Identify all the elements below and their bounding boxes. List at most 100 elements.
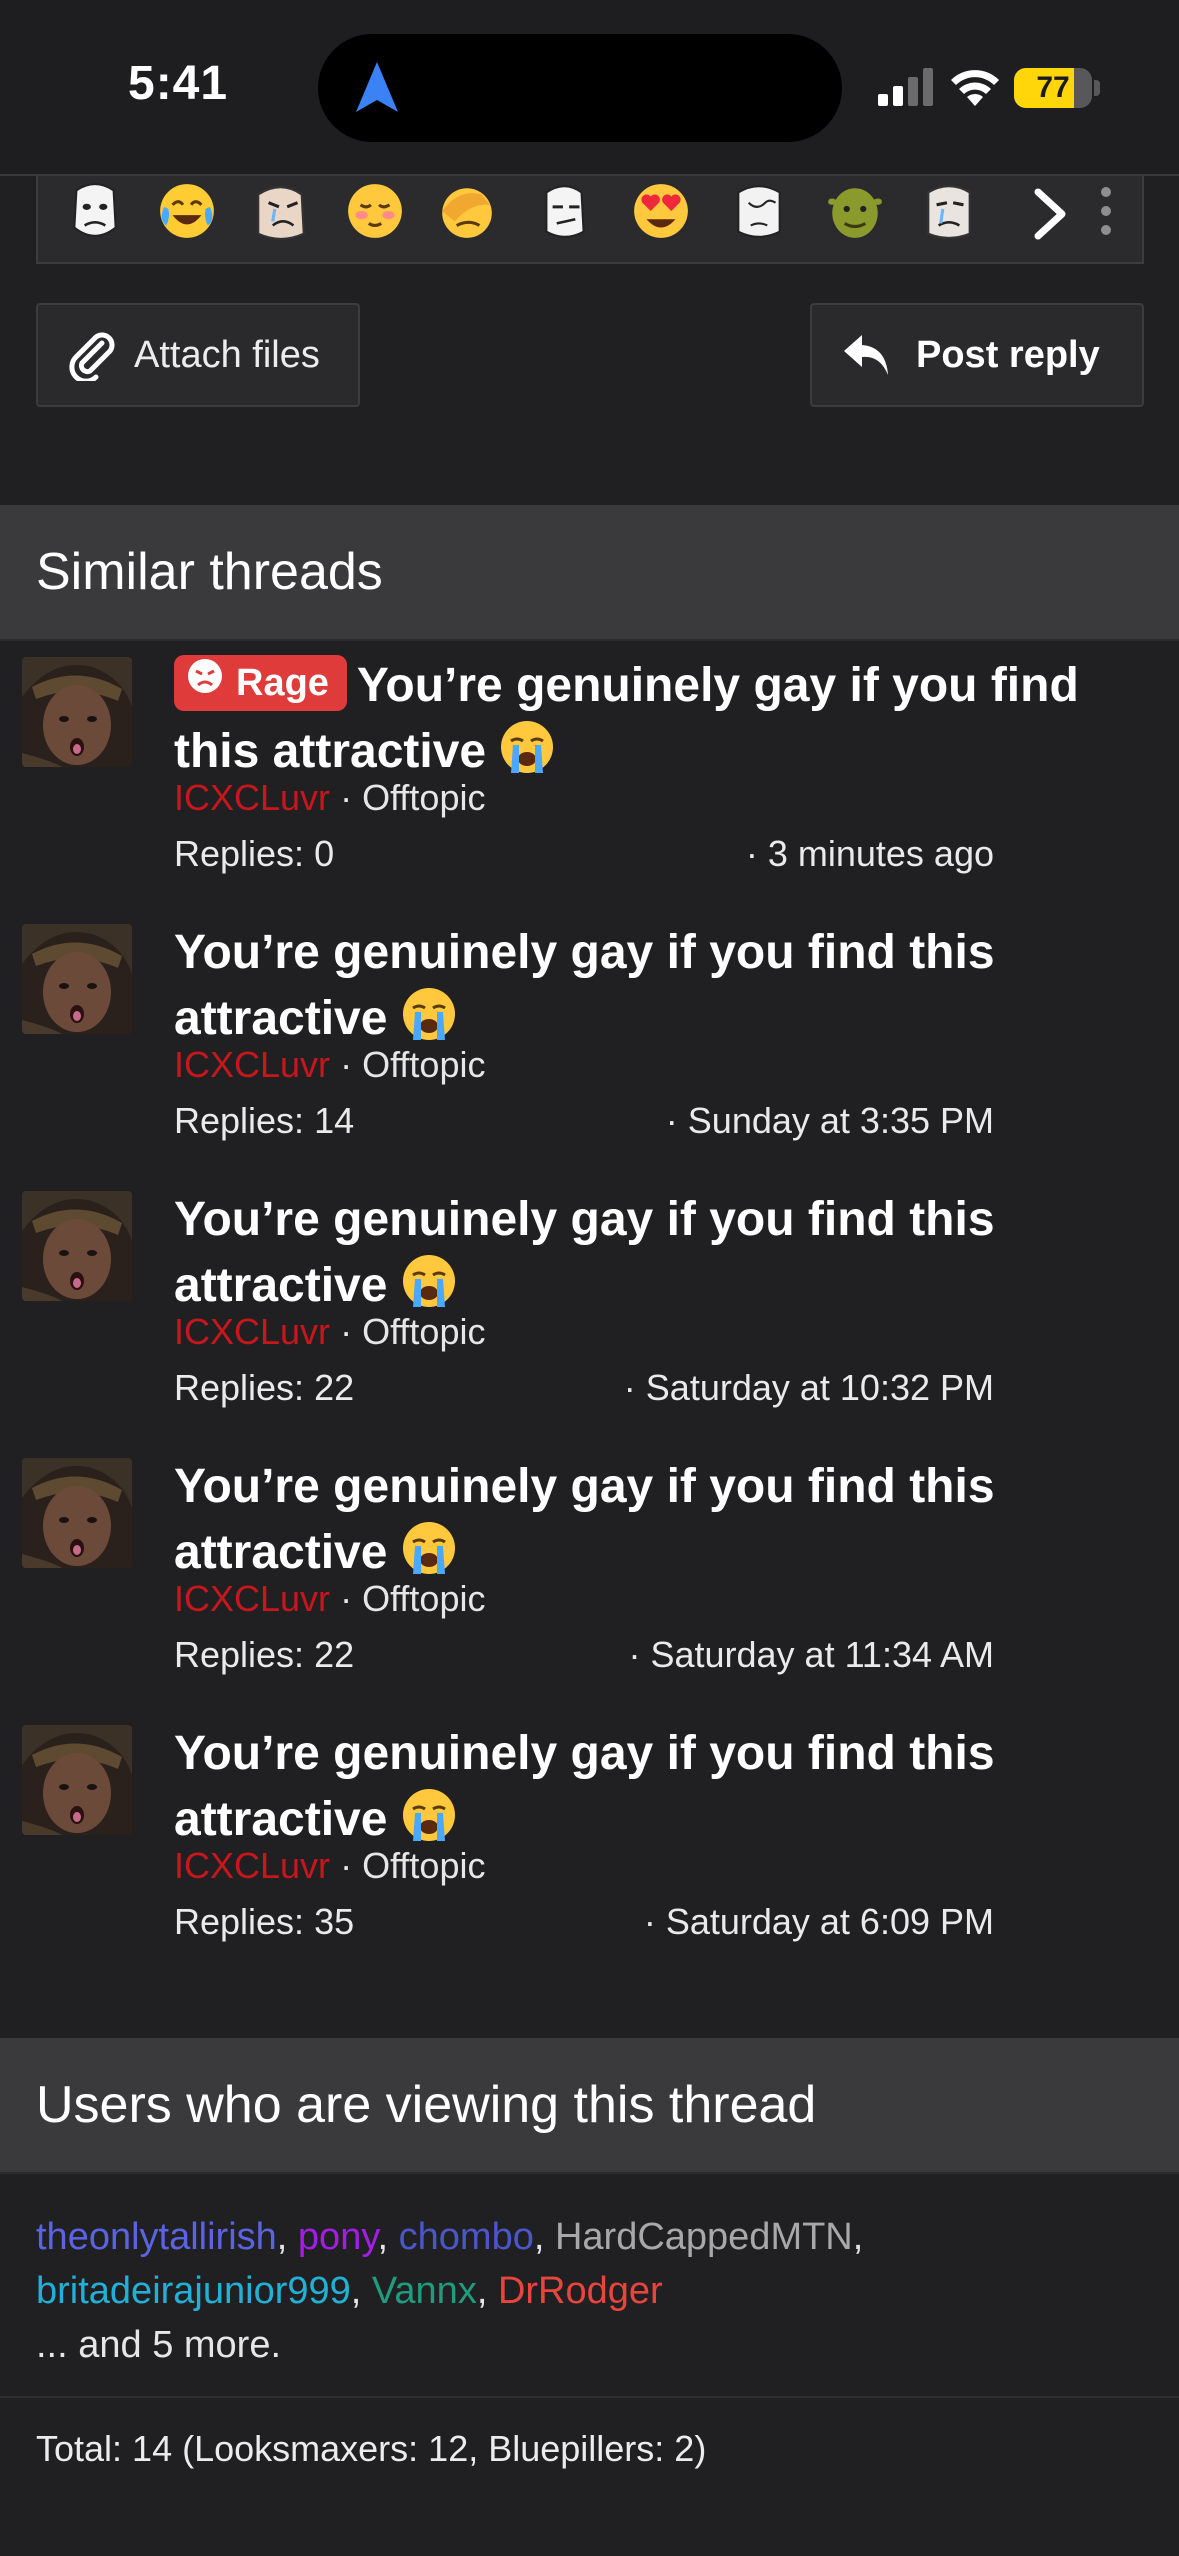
thread-replies: Replies: 35 [174,1901,355,1942]
viewer-total: Total: 14 (Looksmaxers: 12, Bluepillers:… [36,2428,707,2469]
viewer-username-link[interactable]: DrRodger [498,2270,663,2312]
viewer-separator: , [476,2270,498,2312]
attach-files-button[interactable]: Attach files [36,303,360,407]
viewer-username-link[interactable]: theonlytallirish [36,2216,277,2258]
post-reply-button[interactable]: Post reply [810,303,1144,407]
thread-row[interactable]: You’re genuinely gay if you find this at… [0,1711,1179,1978]
sob-emoji-icon [387,1789,456,1846]
navigation-arrow-icon [356,62,398,112]
thread-title-link[interactable]: Rage You’re genuinely gay if you find thi… [174,653,1124,785]
thread-date[interactable]: 3 minutes ago [768,833,994,874]
date-separator: · [665,1100,688,1141]
avatar[interactable] [22,924,132,1034]
thread-forum-link[interactable]: Offtopic [362,1845,485,1886]
thread-date[interactable]: Saturday at 11:34 AM [650,1634,994,1675]
thread-meta: ICXCLuvr · Offtopic [174,777,485,819]
viewer-separator: , [276,2216,298,2258]
rage-badge: Rage [174,655,347,711]
thread-author-link[interactable]: ICXCLuvr [174,1578,330,1619]
thread-date-wrap: · Saturday at 6:09 PM [644,1901,994,1943]
thread-title-link[interactable]: You’re genuinely gay if you find this at… [174,920,1124,1052]
viewer-username-link[interactable]: HardCappedMTN [555,2216,853,2258]
thread-date[interactable]: Sunday at 3:35 PM [688,1100,994,1141]
wojak-icon[interactable] [64,180,126,242]
rage-face-icon [186,650,236,716]
thread-author-link[interactable]: ICXCLuvr [174,1044,330,1085]
viewer-names: theonlytallirish, pony, chombo, HardCapp… [36,2216,863,2312]
thread-meta: ICXCLuvr · Offtopic [174,1578,485,1620]
doomer-icon[interactable] [728,180,790,242]
thread-replies: Replies: 22 [174,1634,355,1675]
battery-percent: 77 [1036,71,1070,104]
thread-replies: Replies: 22 [174,1367,355,1408]
emoji-picker-bar [36,176,1144,264]
chevron-right-icon[interactable] [1024,184,1076,244]
blushing-icon[interactable] [344,180,406,242]
date-separator: · [643,1901,666,1942]
avatar[interactable] [22,657,132,767]
thread-meta: ICXCLuvr · Offtopic [174,1845,485,1887]
viewer-separator: , [377,2216,399,2258]
viewer-separator: , [533,2216,555,2258]
meta-separator: · [340,1311,363,1352]
crying-wojak-icon[interactable] [250,180,312,242]
viewer-username-link[interactable]: pony [298,2216,378,2258]
viewer-username-link[interactable]: Vannx [372,2270,477,2312]
thread-title-link[interactable]: You’re genuinely gay if you find this at… [174,1721,1124,1853]
vertical-ellipsis-icon[interactable] [1098,186,1114,236]
heart-eyes-icon[interactable] [630,180,692,242]
thread-forum-link[interactable]: Offtopic [362,777,485,818]
viewer-username-link[interactable]: britadeirajunior999 [36,2270,351,2312]
thread-author-link[interactable]: ICXCLuvr [174,1845,330,1886]
thread-date-wrap: · Sunday at 3:35 PM [666,1100,994,1142]
meta-separator: · [340,1845,363,1886]
users-viewing-header: Users who are viewing this thread [0,2038,1179,2174]
sob-emoji-icon [486,721,555,778]
thread-date[interactable]: Saturday at 10:32 PM [646,1367,994,1408]
thread-forum-link[interactable]: Offtopic [362,1311,485,1352]
viewer-username-link[interactable]: chombo [399,2216,534,2258]
meta-separator: · [340,777,363,818]
date-separator: · [623,1367,646,1408]
smirk-wojak-icon[interactable] [534,180,596,242]
shrek-icon[interactable] [824,180,886,242]
avatar[interactable] [22,1725,132,1835]
sob-emoji-icon [387,1522,456,1579]
thread-row[interactable]: Rage You’re genuinely gay if you find thi… [0,643,1179,910]
thread-title-text: You’re genuinely gay if you find this at… [174,1193,995,1312]
thread-date[interactable]: Saturday at 6:09 PM [666,1901,994,1942]
thread-date-wrap: · 3 minutes ago [746,833,994,875]
similar-threads-header: Similar threads [0,505,1179,641]
thread-replies: Replies: 0 [174,833,335,874]
thread-author-link[interactable]: ICXCLuvr [174,777,330,818]
thread-author-link[interactable]: ICXCLuvr [174,1311,330,1352]
attach-files-label: Attach files [134,333,320,376]
wifi-icon [951,70,999,106]
date-separator: · [628,1634,651,1675]
thread-row[interactable]: You’re genuinely gay if you find this at… [0,1177,1179,1444]
thread-title-text: You’re genuinely gay if you find this at… [174,1460,995,1579]
thread-title-link[interactable]: You’re genuinely gay if you find this at… [174,1187,1124,1319]
viewer-separator: , [852,2216,864,2258]
sob-emoji-icon [387,1255,456,1312]
thread-row[interactable]: You’re genuinely gay if you find this at… [0,1444,1179,1711]
sad-wojak-icon[interactable] [918,180,980,242]
facepalm-icon[interactable] [436,180,498,242]
thread-meta: ICXCLuvr · Offtopic [174,1311,485,1353]
battery-nub [1094,80,1100,96]
crying-laughing-icon[interactable] [156,180,218,242]
thread-forum-link[interactable]: Offtopic [362,1578,485,1619]
thread-title-text: You’re genuinely gay if you find this at… [174,1727,995,1846]
thread-date-wrap: · Saturday at 11:34 AM [628,1634,994,1676]
avatar[interactable] [22,1191,132,1301]
battery-indicator: 77 [1014,68,1092,108]
thread-forum-link[interactable]: Offtopic [362,1044,485,1085]
thread-title-link[interactable]: You’re genuinely gay if you find this at… [174,1454,1124,1586]
paperclip-icon [69,332,115,381]
thread-date-wrap: · Saturday at 10:32 PM [624,1367,994,1409]
thread-title-text: You’re genuinely gay if you find this at… [174,926,995,1045]
thread-row[interactable]: You’re genuinely gay if you find this at… [0,910,1179,1177]
avatar[interactable] [22,1458,132,1568]
sob-emoji-icon [387,988,456,1045]
meta-separator: · [340,1044,363,1085]
